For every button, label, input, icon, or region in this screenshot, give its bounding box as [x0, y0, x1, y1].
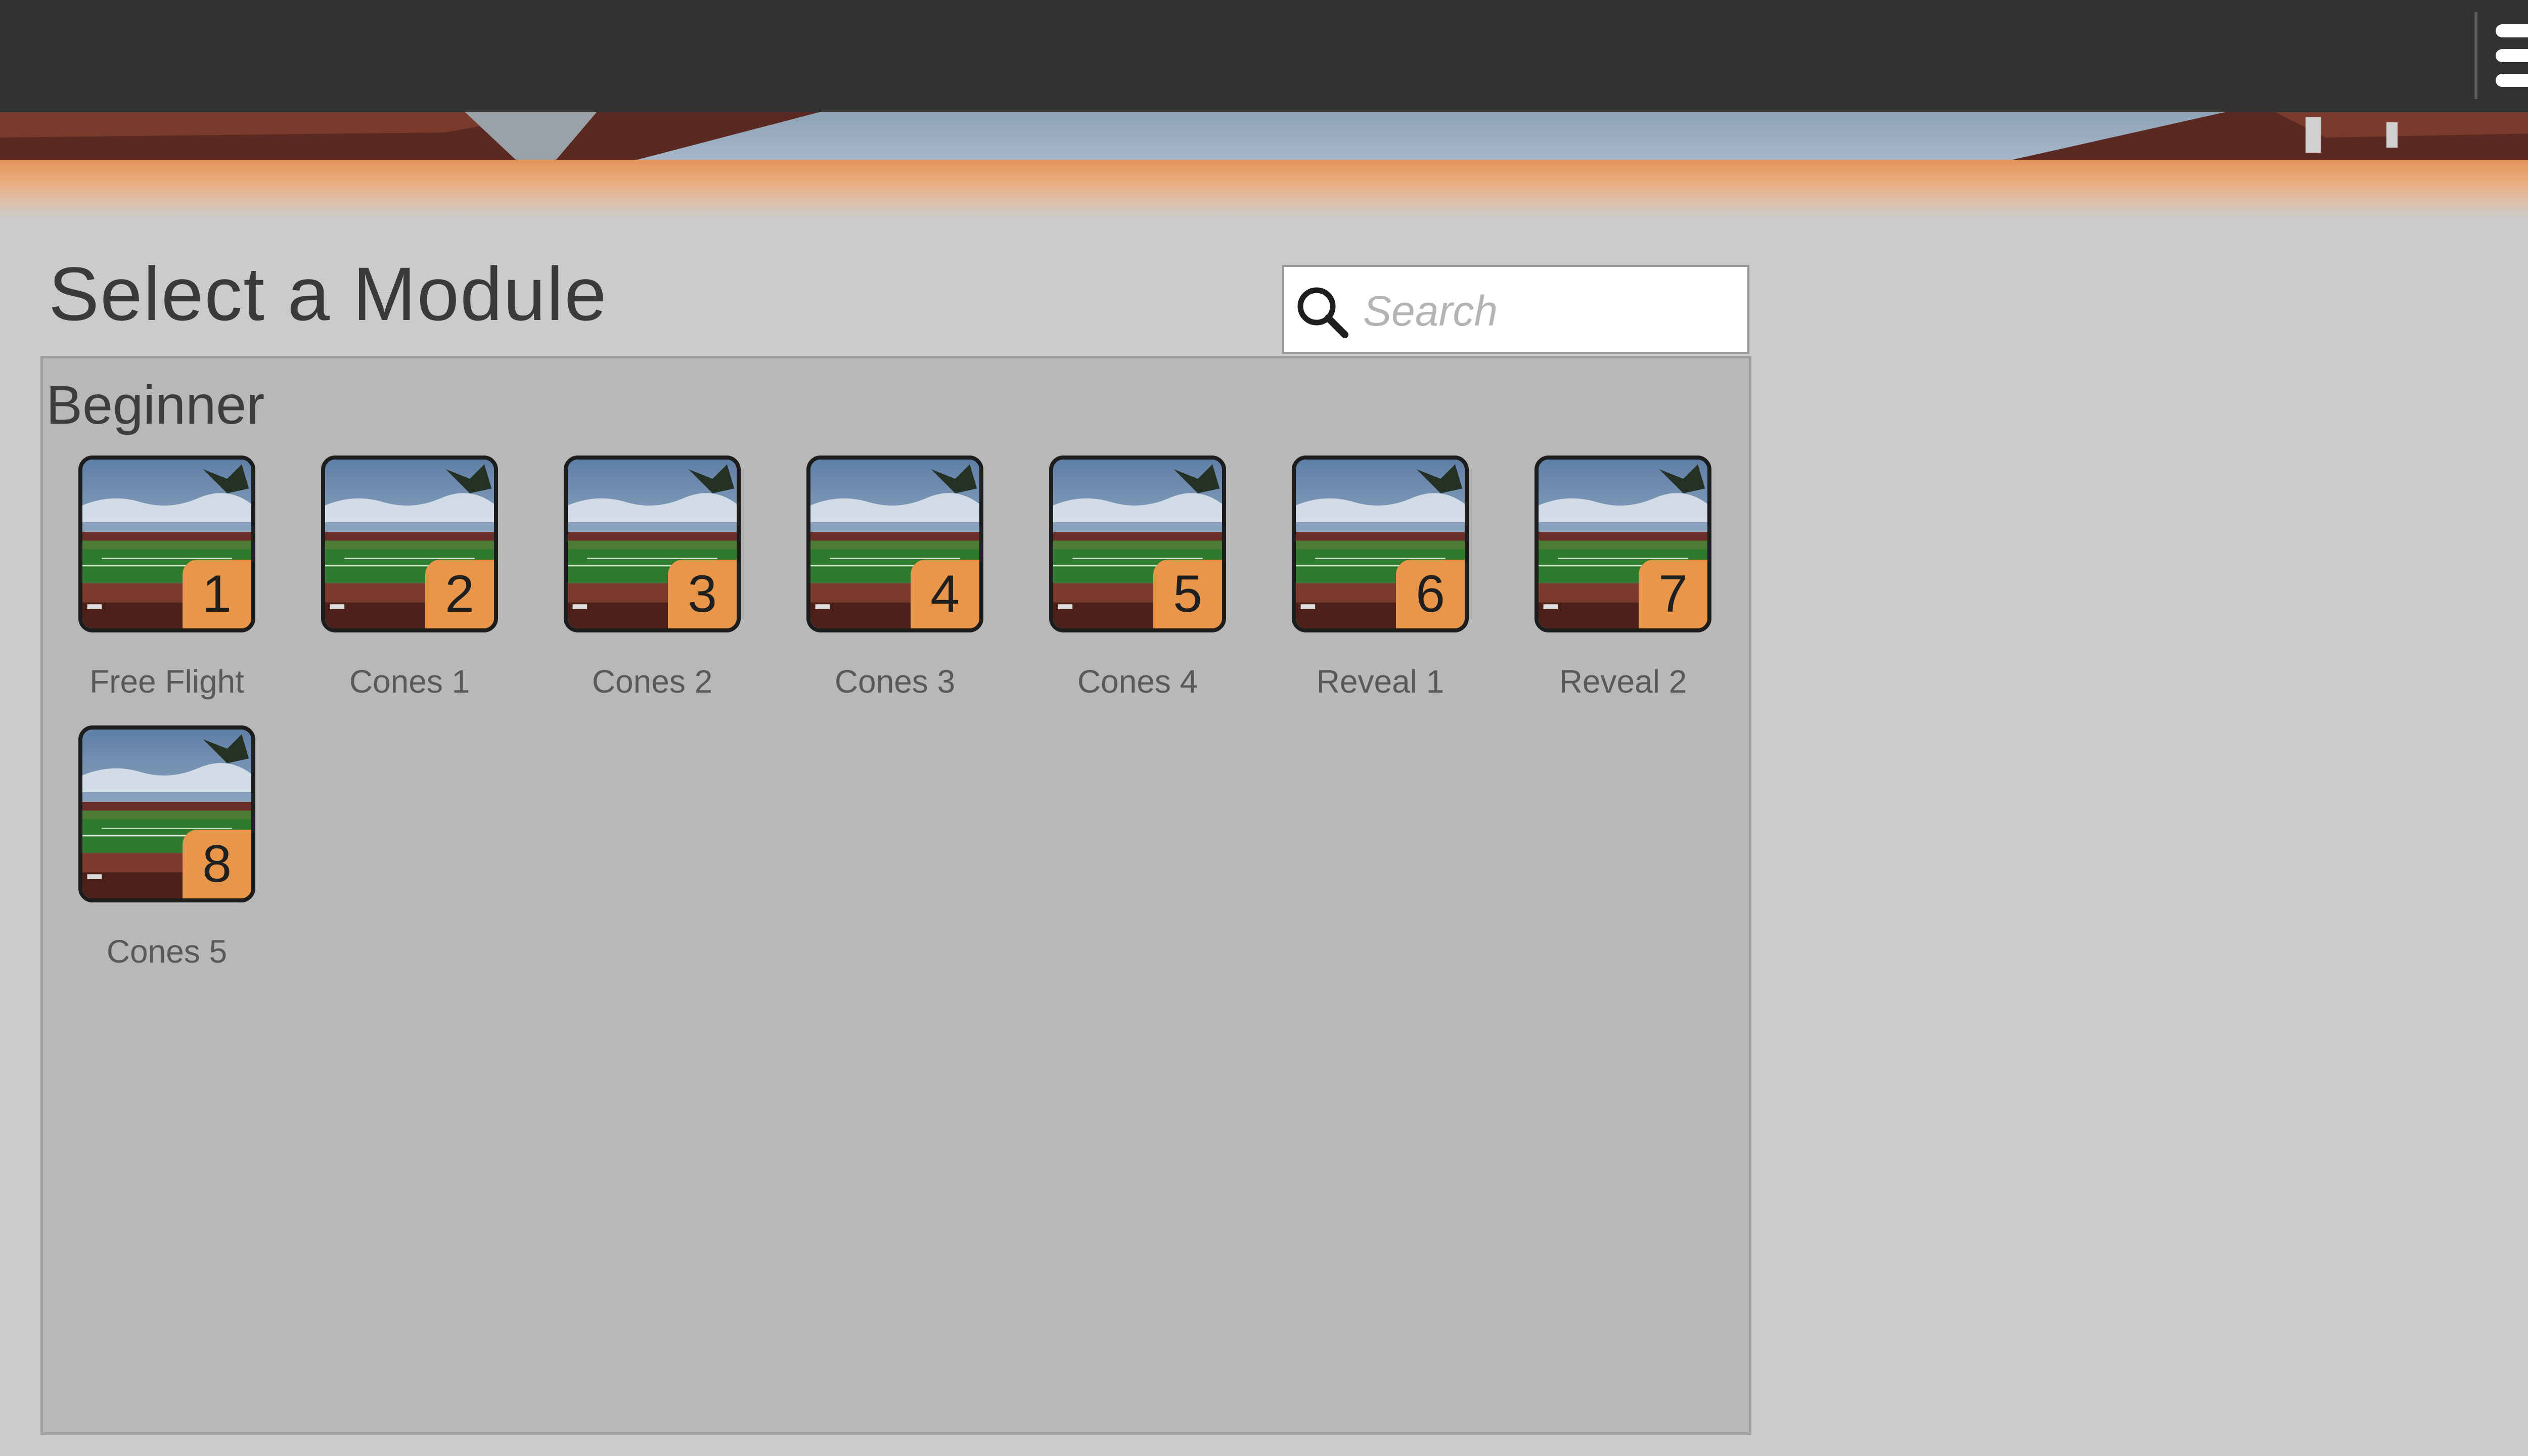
module-label: Cones 2 [592, 663, 713, 700]
module-label: Cones 1 [349, 663, 470, 700]
module-label: Cones 4 [1077, 663, 1198, 700]
module-label: Free Flight [89, 663, 244, 700]
module-number-badge: 2 [425, 560, 494, 628]
module-label: Reveal 1 [1316, 663, 1444, 700]
module-number-badge: 6 [1396, 560, 1465, 628]
module-number-badge: 4 [911, 560, 979, 628]
module-thumbnail[interactable]: 7 [1534, 456, 1711, 632]
module-number-badge: 7 [1639, 560, 1707, 628]
module-thumbnail[interactable]: 2 [321, 456, 498, 632]
stadium-banner-image [0, 112, 2528, 160]
module-label: Reveal 2 [1559, 663, 1687, 700]
page-title: Select a Module [49, 251, 608, 336]
menu-divider [2474, 12, 2477, 99]
module-thumbnail[interactable]: 1 [78, 456, 255, 632]
module-label: Cones 5 [106, 933, 228, 970]
module-number-badge: 3 [668, 560, 737, 628]
hamburger-menu-icon[interactable] [2490, 20, 2528, 91]
search-icon [1297, 287, 1348, 338]
search-input[interactable] [1362, 281, 1738, 341]
module-number-badge: 8 [183, 830, 251, 898]
top-bar [0, 0, 2528, 112]
search-box[interactable] [1282, 265, 1749, 354]
module-number-badge: 5 [1153, 560, 1222, 628]
module-thumbnail[interactable]: 4 [806, 456, 983, 632]
module-panel: Beginner 1 Free Flight 2 Cones 1 3 Cones 2 4 Co… [40, 356, 1751, 1435]
module-thumbnail[interactable]: 5 [1049, 456, 1226, 632]
header-gradient [0, 160, 2528, 218]
module-thumbnail[interactable]: 3 [564, 456, 741, 632]
section-title-beginner: Beginner [46, 374, 265, 435]
module-number-badge: 1 [183, 560, 251, 628]
module-label: Cones 3 [834, 663, 956, 700]
module-thumbnail[interactable]: 8 [78, 725, 255, 902]
module-thumbnail[interactable]: 6 [1292, 456, 1469, 632]
